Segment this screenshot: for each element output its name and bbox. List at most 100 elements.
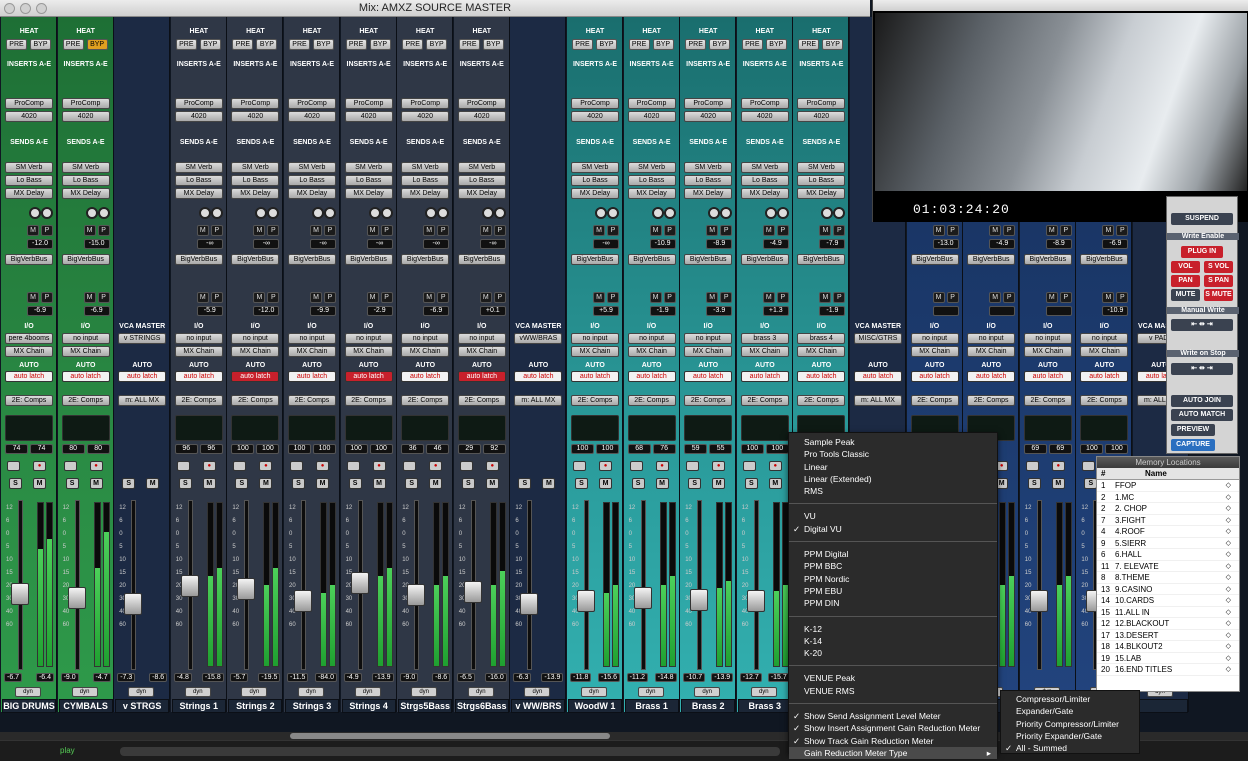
automation-mode-selector[interactable]: auto latch	[571, 371, 619, 382]
plug-in-button[interactable]: PLUG IN	[1181, 246, 1223, 258]
solo-button[interactable]: S	[575, 478, 588, 489]
send-bus-selector[interactable]: BigVerbBus	[684, 254, 733, 265]
input-monitor-button[interactable]	[346, 461, 360, 471]
insert-slot[interactable]: 4020	[231, 111, 280, 122]
send-pan-knob[interactable]	[821, 207, 834, 219]
send-mute-button[interactable]: M	[593, 292, 605, 303]
pre-button[interactable]: PRE	[289, 39, 310, 50]
input-monitor-button[interactable]	[742, 461, 756, 471]
automation-mode-selector[interactable]: auto latch	[344, 371, 393, 382]
pre-button[interactable]: PRE	[6, 39, 27, 50]
send-mute-button[interactable]: M	[196, 292, 209, 303]
volume-fader[interactable]	[577, 590, 595, 612]
menu-item[interactable]: PPM DIN	[789, 597, 997, 609]
send-pre-button[interactable]: P	[210, 225, 223, 236]
track-name[interactable]: Strgs5Bass	[398, 699, 453, 713]
automation-mode-selector[interactable]: auto latch	[174, 371, 223, 382]
send-pre-button[interactable]: P	[1059, 225, 1072, 236]
volume-fader[interactable]	[350, 572, 369, 594]
volume-fader[interactable]	[124, 593, 143, 615]
send-bus-selector[interactable]: BigVerbBus	[5, 254, 53, 265]
menu-item[interactable]: K-20	[789, 647, 997, 659]
input-selector[interactable]: no input	[684, 333, 733, 344]
send-pre-button[interactable]: P	[97, 292, 110, 303]
send-slot[interactable]: SM Verb	[231, 162, 280, 173]
menu-item[interactable]: RMS	[789, 485, 997, 497]
volume-fader[interactable]	[690, 588, 709, 611]
mute-button[interactable]: MUTE	[1171, 289, 1200, 301]
send-slot[interactable]: SM Verb	[457, 162, 506, 173]
volume-fader[interactable]	[633, 587, 652, 609]
send-mute-button[interactable]: M	[932, 292, 945, 303]
send-bus-selector[interactable]: BigVerbBus	[967, 254, 1016, 265]
mute-button[interactable]: M	[542, 478, 556, 489]
automation-mode-selector[interactable]: auto latch	[231, 371, 280, 382]
send-slot[interactable]: MX Delay	[740, 188, 789, 199]
dyn-button[interactable]: dyn	[354, 687, 381, 697]
insert-slot[interactable]: 4020	[5, 111, 53, 122]
group-selector[interactable]: 2E: Comps	[1023, 395, 1072, 406]
mute-button[interactable]: M	[768, 478, 782, 489]
send-pan-knob[interactable]	[267, 207, 280, 219]
output-selector[interactable]: MX Chain	[1080, 346, 1129, 357]
insert-slot[interactable]: 4020	[174, 111, 223, 122]
byp-button[interactable]: BYP	[256, 39, 278, 50]
input-monitor-button[interactable]	[1082, 461, 1096, 471]
dyn-button[interactable]: dyn	[128, 687, 155, 697]
pan-button[interactable]: PAN	[1171, 275, 1200, 287]
menu-item[interactable]: PPM Digital	[789, 548, 997, 560]
insert-slot[interactable]: ProComp	[401, 98, 450, 109]
send-pan-knob[interactable]	[41, 207, 53, 219]
input-selector[interactable]: no input	[910, 333, 959, 344]
input-selector[interactable]: brass 3	[740, 333, 789, 344]
group-selector[interactable]: 2E: Comps	[174, 395, 223, 406]
byp-button[interactable]: BYP	[765, 39, 787, 50]
record-enable-button[interactable]: ●	[712, 461, 726, 471]
zoom-window-button[interactable]	[36, 3, 47, 14]
memory-location-row[interactable]: 8 8.THEME ◇	[1097, 572, 1239, 584]
send-slot[interactable]: MX Delay	[684, 188, 733, 199]
send-pan-knob[interactable]	[663, 207, 676, 219]
send-bus-selector[interactable]: BigVerbBus	[1080, 254, 1129, 265]
menu-item[interactable]: Gain Reduction Meter Type ▸	[789, 746, 997, 760]
menu-item[interactable]: ✓ Digital VU	[789, 523, 997, 535]
input-monitor-button[interactable]	[176, 461, 190, 471]
memory-location-row[interactable]: 7 3.FIGHT ◇	[1097, 515, 1239, 526]
send-pan-knob[interactable]	[481, 207, 494, 219]
insert-slot[interactable]: 4020	[627, 111, 676, 122]
send-pan-knob[interactable]	[85, 207, 98, 219]
send-pre-button[interactable]: P	[663, 292, 676, 303]
menu-item[interactable]: Sample Peak	[789, 436, 997, 448]
group-selector[interactable]: 2E: Comps	[797, 395, 846, 406]
memory-location-row[interactable]: 14 10.CARDS ◇	[1097, 595, 1239, 607]
insert-slot[interactable]: 4020	[457, 111, 506, 122]
pre-button[interactable]: PRE	[741, 39, 763, 50]
menu-item[interactable]: K-14	[789, 635, 997, 647]
input-selector[interactable]: no input	[344, 333, 393, 344]
send-pan-knob[interactable]	[651, 207, 664, 219]
track-name[interactable]: v STRGS	[115, 699, 170, 713]
send-pre-button[interactable]: P	[493, 292, 506, 303]
send-pre-button[interactable]: P	[720, 292, 733, 303]
automation-mode-selector[interactable]: auto latch	[1023, 371, 1072, 382]
memory-location-row[interactable]: 19 15.LAB ◇	[1097, 653, 1239, 664]
memory-location-row[interactable]: 2 2. CHOP ◇	[1097, 503, 1239, 515]
pre-button[interactable]: PRE	[628, 39, 650, 50]
input-monitor-button[interactable]	[290, 461, 303, 471]
insert-slot[interactable]: ProComp	[457, 98, 506, 109]
send-mute-button[interactable]: M	[932, 225, 945, 236]
send-pre-button[interactable]: P	[776, 292, 789, 303]
record-enable-button[interactable]: ●	[599, 461, 612, 471]
send-slot[interactable]: MX Delay	[571, 188, 619, 199]
memory-location-row[interactable]: 15 11.ALL IN ◇	[1097, 607, 1239, 618]
automation-mode-selector[interactable]: auto latch	[910, 371, 959, 382]
send-bus-selector[interactable]: BigVerbBus	[61, 254, 110, 265]
track-name[interactable]: Strgs6Bass	[454, 699, 509, 713]
solo-button[interactable]: S	[292, 478, 305, 489]
send-slot[interactable]: Lo Bass	[231, 175, 280, 186]
input-selector[interactable]: no input	[288, 333, 336, 344]
send-bus-selector[interactable]: BigVerbBus	[401, 254, 450, 265]
submenu-item[interactable]: Priority Expander/Gate	[1001, 730, 1139, 742]
output-selector[interactable]: MX Chain	[684, 346, 733, 357]
pre-button[interactable]: PRE	[62, 39, 84, 50]
